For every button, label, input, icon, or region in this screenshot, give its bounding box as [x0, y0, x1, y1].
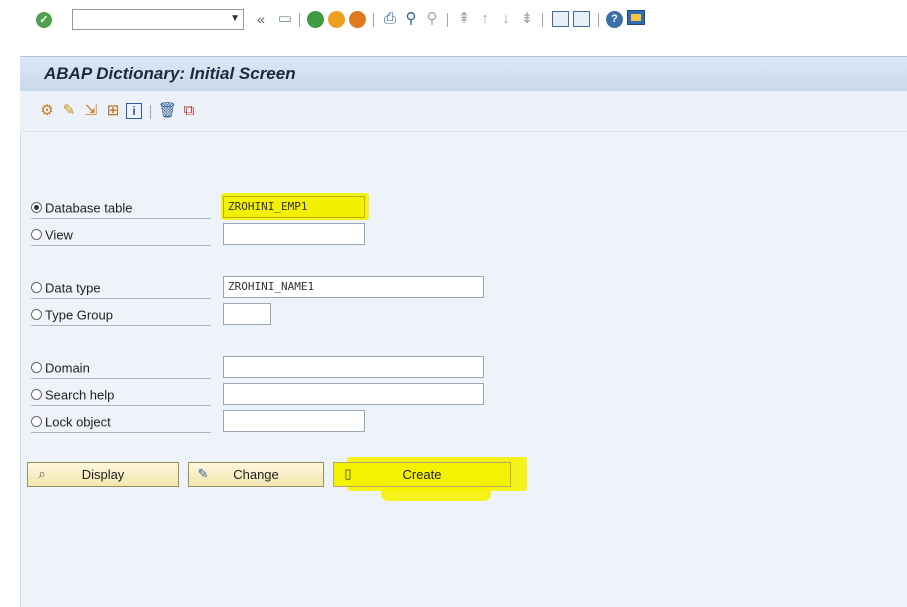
radio-button[interactable] [31, 282, 42, 294]
radio-label: Database table [45, 200, 133, 216]
underline [31, 405, 211, 406]
help-icon[interactable]: ? [606, 11, 623, 28]
display-button-label: Display [81, 467, 125, 482]
underline [31, 245, 211, 246]
radio-type-group[interactable]: Type Group [31, 305, 113, 325]
delete-icon[interactable]: 🗑 [158, 102, 177, 120]
toolbar-divider [598, 13, 599, 27]
title-bar: ABAP Dictionary: Initial Screen [20, 56, 907, 92]
radio-button[interactable] [31, 202, 42, 214]
page-title: ABAP Dictionary: Initial Screen [44, 64, 296, 83]
first-page-icon[interactable]: ⇞ [455, 9, 473, 29]
main-content: Database table ZROHINI_EMP1 View Data ty… [20, 132, 907, 607]
system-toolbar: ✓ ▼ « ▭ ⎙ ⚲ ⚲ ⇞ ↑ ↓ ⇟ ? [0, 0, 907, 40]
database-table-field[interactable]: ZROHINI_EMP1 [223, 196, 365, 218]
radio-database-table[interactable]: Database table [31, 198, 132, 218]
create-button-label: Create [402, 467, 442, 482]
radio-view[interactable]: View [31, 225, 73, 245]
radio-label: Search help [45, 387, 115, 403]
cancel-icon[interactable] [349, 11, 366, 28]
where-used-icon[interactable]: ⊞ [104, 102, 122, 120]
checkmark-icon[interactable]: ✓ [36, 12, 52, 28]
application-toolbar: ⚙ ✎ ⇲ ⊞ i 🗑 ⧉ [20, 91, 907, 132]
copy-icon[interactable]: ⧉ [180, 102, 198, 120]
find-next-icon[interactable]: ⚲ [423, 9, 441, 29]
highlight-marker [381, 487, 491, 501]
radio-search-help[interactable]: Search help [31, 385, 114, 405]
radio-data-type[interactable]: Data type [31, 278, 101, 298]
domain-field[interactable] [223, 356, 484, 378]
next-page-icon[interactable]: ↓ [497, 9, 515, 29]
display-button[interactable]: ⌕ Display [27, 462, 179, 487]
underline [31, 378, 211, 379]
radio-button[interactable] [31, 416, 42, 428]
check-icon[interactable]: ✎ [60, 102, 78, 120]
create-button[interactable]: ▯ Create [333, 462, 511, 487]
lock-object-field[interactable] [223, 410, 365, 432]
radio-button[interactable] [31, 229, 42, 241]
data-type-field[interactable]: ZROHINI_NAME1 [223, 276, 484, 298]
exit-icon[interactable] [328, 11, 345, 28]
print-icon[interactable]: ⎙ [381, 9, 399, 29]
radio-button[interactable] [31, 309, 42, 321]
view-field[interactable] [223, 223, 365, 245]
find-icon[interactable]: ⚲ [402, 9, 420, 29]
change-button[interactable]: ✎ Change [188, 462, 324, 487]
layout-icon[interactable] [627, 10, 645, 25]
underline [31, 325, 211, 326]
shortcut-icon[interactable] [573, 11, 590, 27]
previous-page-icon[interactable]: ↑ [476, 9, 494, 29]
toolbar-divider [150, 105, 151, 119]
dropdown-icon[interactable]: ▼ [230, 13, 240, 24]
new-session-icon[interactable] [552, 11, 569, 27]
radio-label: Domain [45, 360, 90, 376]
info-icon[interactable]: i [126, 103, 142, 119]
command-field[interactable]: ▼ [72, 9, 244, 30]
radio-label: View [45, 227, 73, 243]
type-group-field[interactable] [223, 303, 271, 325]
radio-label: Data type [45, 280, 101, 296]
radio-lock-object[interactable]: Lock object [31, 412, 111, 432]
radio-label: Lock object [45, 414, 111, 430]
underline [31, 432, 211, 433]
toolbar-divider [542, 13, 543, 27]
last-page-icon[interactable]: ⇟ [518, 9, 536, 29]
toolbar-divider [373, 13, 374, 27]
underline [31, 218, 211, 219]
toolbar-divider [299, 13, 300, 27]
save-icon[interactable]: ▭ [276, 9, 294, 29]
back-icon[interactable] [307, 11, 324, 28]
change-button-label: Change [233, 467, 279, 482]
double-chevron-icon[interactable]: « [252, 9, 270, 29]
radio-button[interactable] [31, 389, 42, 401]
radio-button[interactable] [31, 362, 42, 374]
toolbar-divider [447, 13, 448, 27]
search-help-field[interactable] [223, 383, 484, 405]
underline [31, 298, 211, 299]
radio-label: Type Group [45, 307, 113, 323]
radio-domain[interactable]: Domain [31, 358, 90, 378]
other-object-icon[interactable]: ⚙ [38, 102, 56, 120]
activate-icon[interactable]: ⇲ [82, 102, 100, 120]
